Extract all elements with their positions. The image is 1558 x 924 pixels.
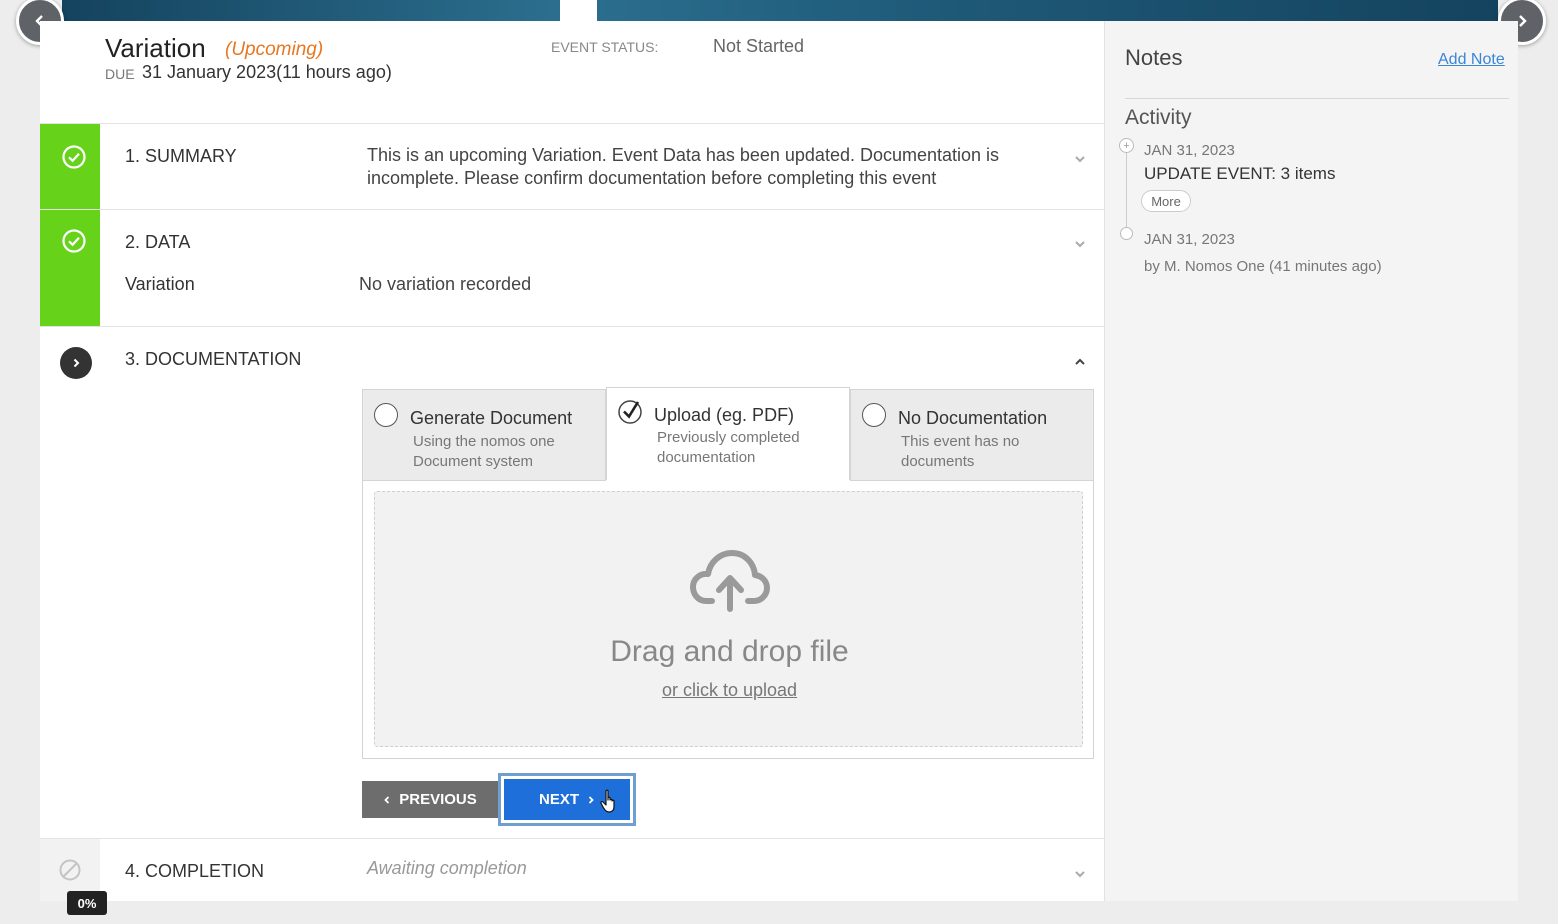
tab-subtitle: Previously completed documentation bbox=[657, 429, 800, 466]
no-documentation-radio[interactable] bbox=[862, 403, 886, 427]
cloud-upload-icon bbox=[690, 550, 770, 612]
top-banner bbox=[62, 0, 1498, 21]
file-dropzone[interactable]: Drag and drop file or click to upload bbox=[374, 491, 1083, 747]
tab-subtitle: This event has no documents bbox=[901, 433, 1020, 470]
checked-radio-icon[interactable] bbox=[617, 398, 643, 424]
activity-date: JAN 31, 2023 bbox=[1144, 231, 1235, 248]
event-status-label: EVENT STATUS: bbox=[551, 39, 659, 55]
expand-plus-icon[interactable]: + bbox=[1119, 138, 1134, 153]
data-title: 2. DATA bbox=[125, 232, 191, 252]
top-banner-gap bbox=[560, 0, 597, 21]
event-status-value: Not Started bbox=[713, 36, 805, 56]
documentation-options: Generate Document Using the nomos one Do… bbox=[362, 387, 1094, 481]
timeline-dot-icon bbox=[1120, 227, 1133, 240]
chevron-down-icon[interactable] bbox=[1073, 152, 1087, 166]
tab-title: Generate Document bbox=[410, 408, 573, 428]
variation-label: Variation bbox=[125, 274, 195, 294]
notes-title: Notes bbox=[1125, 45, 1183, 70]
divider bbox=[1125, 98, 1509, 99]
add-note-link[interactable]: Add Note bbox=[1438, 51, 1505, 69]
documentation-section: 3. DOCUMENTATION Generate Document Using… bbox=[40, 326, 1104, 838]
check-circle-icon bbox=[62, 229, 86, 253]
data-section[interactable]: 2. DATA Variation No variation recorded bbox=[40, 209, 1104, 326]
upcoming-label: (Upcoming) bbox=[225, 39, 324, 60]
event-title: Variation bbox=[105, 33, 206, 63]
generate-document-radio[interactable] bbox=[374, 403, 398, 427]
progress-badge: 0% bbox=[67, 891, 107, 915]
previous-button-label: PREVIOUS bbox=[399, 791, 477, 808]
blocked-icon bbox=[59, 859, 81, 881]
next-button-label: NEXT bbox=[538, 791, 579, 808]
due-date: 31 January 2023(11 hours ago) bbox=[142, 62, 392, 82]
summary-title: 1. SUMMARY bbox=[125, 146, 237, 166]
completion-subtitle: Awaiting completion bbox=[367, 858, 527, 878]
dropzone-title: Drag and drop file bbox=[610, 635, 849, 668]
previous-button[interactable]: PREVIOUS bbox=[362, 781, 498, 818]
event-card: Variation (Upcoming) DUE 31 January 2023… bbox=[40, 21, 1104, 901]
activity-event: UPDATE EVENT: 3 items bbox=[1144, 164, 1336, 183]
chevron-right-icon bbox=[588, 795, 594, 804]
click-to-upload-link[interactable]: or click to upload bbox=[375, 680, 1084, 701]
tab-title: No Documentation bbox=[898, 408, 1048, 428]
timeline-line bbox=[1126, 145, 1127, 233]
tab-subtitle: Using the nomos one Document system bbox=[413, 433, 555, 470]
check-circle-icon bbox=[62, 145, 86, 169]
tab-upload[interactable]: Upload (eg. PDF) Previously completed do… bbox=[606, 387, 850, 480]
activity-date: JAN 31, 2023 bbox=[1144, 142, 1235, 159]
completion-section[interactable]: 4. COMPLETION Awaiting completion bbox=[40, 838, 1104, 901]
tab-title: Upload (eg. PDF) bbox=[654, 405, 795, 425]
activity-title: Activity bbox=[1125, 106, 1192, 129]
chevron-up-icon[interactable] bbox=[1073, 355, 1087, 369]
activity-author: by M. Nomos One (41 minutes ago) bbox=[1144, 258, 1382, 275]
chevron-right-icon bbox=[73, 358, 80, 368]
documentation-title: 3. DOCUMENTATION bbox=[125, 349, 302, 369]
tab-no-documentation[interactable]: No Documentation This event has no docum… bbox=[850, 389, 1094, 481]
summary-text: This is an upcoming Variation. Event Dat… bbox=[367, 145, 1000, 188]
summary-section[interactable]: 1. SUMMARY This is an upcoming Variation… bbox=[40, 123, 1104, 209]
completion-title: 4. COMPLETION bbox=[125, 861, 265, 881]
chevron-down-icon[interactable] bbox=[1073, 867, 1087, 881]
due-label: DUE bbox=[105, 66, 135, 82]
tab-generate-document[interactable]: Generate Document Using the nomos one Do… bbox=[362, 389, 606, 481]
variation-value: No variation recorded bbox=[359, 274, 532, 294]
notes-sidebar: Notes Add Note Activity + JAN 31, 2023 U… bbox=[1104, 21, 1518, 901]
chevron-down-icon[interactable] bbox=[1073, 237, 1087, 251]
more-button[interactable]: More bbox=[1141, 190, 1191, 212]
current-step-badge bbox=[60, 347, 92, 379]
upload-panel: Drag and drop file or click to upload bbox=[362, 481, 1094, 759]
chevron-left-icon bbox=[384, 795, 390, 804]
hand-cursor-icon bbox=[600, 789, 615, 813]
